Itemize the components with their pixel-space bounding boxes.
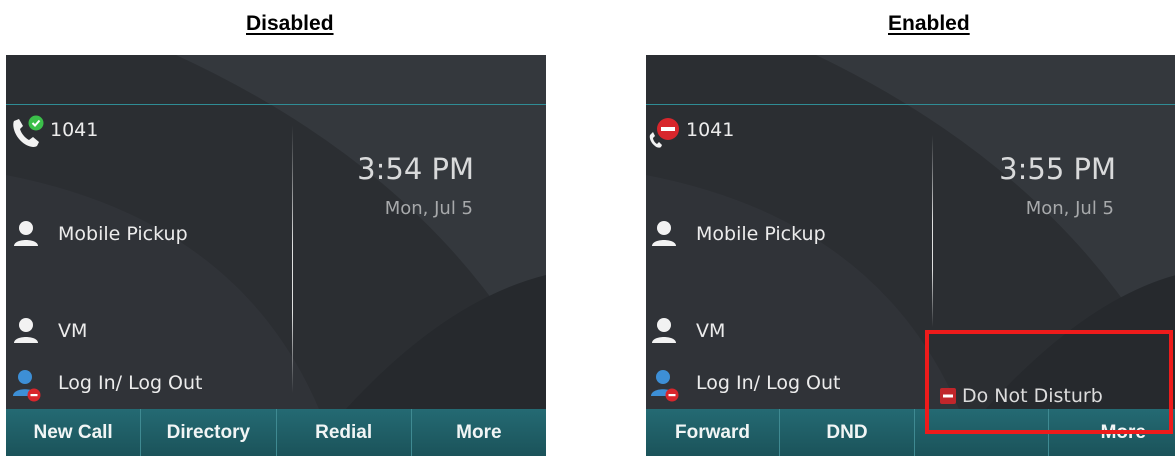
softkey-redial[interactable]: Redial <box>276 409 412 456</box>
softkey-new-call[interactable]: New Call <box>6 409 142 456</box>
phone-screen-disabled: 1041 Mobile Pickup VM Log In/ Log Out 3:… <box>6 55 546 456</box>
line-label: Log In/ Log Out <box>696 372 841 394</box>
clock-time: 3:55 PM <box>999 152 1116 186</box>
softkey-dnd[interactable]: DND <box>780 409 915 456</box>
phone-dnd-icon <box>646 115 682 148</box>
line-label: 1041 <box>50 119 99 141</box>
status-bar <box>646 55 1175 105</box>
line-key-mobile-pickup[interactable]: Mobile Pickup <box>650 219 826 249</box>
person-icon <box>650 316 686 346</box>
caption-disabled: Disabled <box>246 12 334 35</box>
line-label: Log In/ Log Out <box>58 372 203 394</box>
line-label: Mobile Pickup <box>696 223 826 245</box>
line-key-mobile-pickup[interactable]: Mobile Pickup <box>12 219 188 249</box>
clock-time: 3:54 PM <box>357 152 474 186</box>
screen-divider <box>932 135 933 327</box>
line-label: Mobile Pickup <box>58 223 188 245</box>
line-label: 1041 <box>686 119 735 141</box>
line-key-vm[interactable]: VM <box>650 316 725 346</box>
caption-enabled: Enabled <box>888 12 970 35</box>
line-key-vm[interactable]: VM <box>12 316 87 346</box>
clock-date: Mon, Jul 5 <box>1025 198 1114 219</box>
person-blocked-icon <box>12 368 48 402</box>
status-bar <box>6 55 546 105</box>
line-label: VM <box>58 320 88 342</box>
dnd-highlight-box <box>925 330 1173 434</box>
softkey-forward[interactable]: Forward <box>646 409 780 456</box>
person-icon <box>650 219 686 249</box>
softkey-bar: New Call Directory Redial More <box>6 409 546 456</box>
softkey-directory[interactable]: Directory <box>141 409 277 456</box>
person-icon <box>12 219 48 249</box>
line-key-log-in-log-out[interactable]: Log In/ Log Out <box>12 368 203 402</box>
softkey-more[interactable]: More <box>411 409 546 456</box>
clock-date: Mon, Jul 5 <box>384 198 473 219</box>
line-key-log-in-log-out[interactable]: Log In/ Log Out <box>650 368 841 402</box>
person-blocked-icon <box>650 368 686 402</box>
phone-registered-icon <box>10 115 46 147</box>
line-label: VM <box>696 320 726 342</box>
person-icon <box>12 316 48 346</box>
line-key-1041[interactable]: 1041 <box>646 115 735 148</box>
line-key-1041[interactable]: 1041 <box>10 115 99 147</box>
screen-divider <box>292 125 293 393</box>
